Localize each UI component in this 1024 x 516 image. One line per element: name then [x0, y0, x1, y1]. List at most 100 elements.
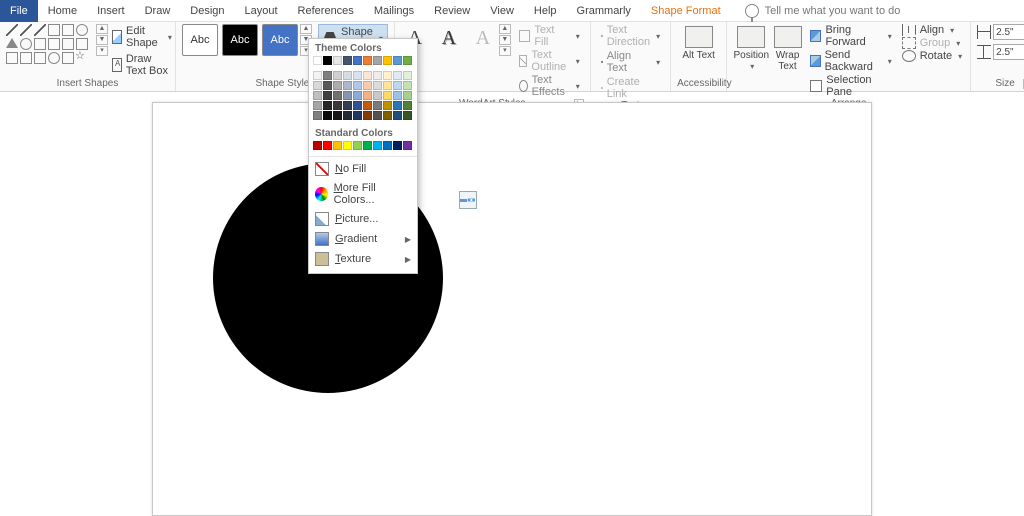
- color-swatch[interactable]: [363, 111, 372, 120]
- rotate-button[interactable]: Rotate▾: [900, 50, 964, 62]
- picture-fill-item[interactable]: Picture...: [309, 209, 417, 229]
- no-fill-item[interactable]: No Fill: [309, 159, 417, 179]
- color-swatch[interactable]: [403, 141, 412, 150]
- shape-style-gallery[interactable]: Abc Abc Abc: [182, 24, 298, 56]
- color-swatch[interactable]: [333, 71, 342, 80]
- color-swatch[interactable]: [343, 71, 352, 80]
- color-swatch[interactable]: [393, 56, 402, 65]
- color-swatch[interactable]: [313, 71, 322, 80]
- draw-text-box-button[interactable]: Draw Text Box: [108, 52, 176, 78]
- color-swatch[interactable]: [353, 141, 362, 150]
- style-sample-3[interactable]: Abc: [262, 24, 298, 56]
- color-swatch[interactable]: [393, 141, 402, 150]
- color-swatch[interactable]: [353, 81, 362, 90]
- send-backward-button[interactable]: Send Backward▾: [808, 49, 894, 73]
- gradient-fill-item[interactable]: Gradient ▶: [309, 229, 417, 249]
- color-swatch[interactable]: [333, 101, 342, 110]
- wrap-text-button[interactable]: Wrap Text: [769, 24, 805, 72]
- color-swatch[interactable]: [383, 81, 392, 90]
- color-swatch[interactable]: [403, 71, 412, 80]
- color-swatch[interactable]: [403, 101, 412, 110]
- color-swatch[interactable]: [403, 111, 412, 120]
- text-fill-button[interactable]: Text Fill▾: [515, 24, 584, 48]
- color-swatch[interactable]: [373, 141, 382, 150]
- style-sample-2[interactable]: Abc: [222, 24, 258, 56]
- color-swatch[interactable]: [313, 111, 322, 120]
- tab-home[interactable]: Home: [38, 0, 87, 22]
- tab-mailings[interactable]: Mailings: [364, 0, 424, 22]
- color-swatch[interactable]: [393, 81, 402, 90]
- align-text-button[interactable]: Align Text▾: [597, 50, 664, 74]
- color-swatch[interactable]: [313, 91, 322, 100]
- color-swatch[interactable]: [323, 91, 332, 100]
- more-fill-colors-item[interactable]: More Fill Colors...: [309, 179, 417, 209]
- color-swatch[interactable]: [323, 56, 332, 65]
- wordart-sample-3[interactable]: A: [469, 24, 497, 52]
- texture-fill-item[interactable]: Texture ▶: [309, 249, 417, 269]
- color-swatch[interactable]: [333, 111, 342, 120]
- color-swatch[interactable]: [363, 56, 372, 65]
- color-swatch[interactable]: [363, 81, 372, 90]
- color-swatch[interactable]: [333, 141, 342, 150]
- alt-text-button[interactable]: Alt Text: [677, 24, 720, 61]
- bring-forward-button[interactable]: Bring Forward▾: [808, 24, 894, 48]
- color-swatch[interactable]: [323, 81, 332, 90]
- color-swatch[interactable]: [343, 101, 352, 110]
- color-swatch[interactable]: [373, 81, 382, 90]
- document-page[interactable]: [152, 102, 872, 516]
- color-swatch[interactable]: [373, 101, 382, 110]
- color-swatch[interactable]: [343, 111, 352, 120]
- color-swatch[interactable]: [383, 111, 392, 120]
- color-swatch[interactable]: [353, 91, 362, 100]
- tab-shape-format[interactable]: Shape Format: [641, 0, 731, 22]
- tab-layout[interactable]: Layout: [235, 0, 288, 22]
- color-swatch[interactable]: [323, 141, 332, 150]
- color-swatch[interactable]: [403, 91, 412, 100]
- color-swatch[interactable]: [393, 91, 402, 100]
- tab-insert[interactable]: Insert: [87, 0, 135, 22]
- tab-review[interactable]: Review: [424, 0, 480, 22]
- color-swatch[interactable]: [333, 56, 342, 65]
- tab-help[interactable]: Help: [524, 0, 567, 22]
- tab-grammarly[interactable]: Grammarly: [567, 0, 641, 22]
- text-direction-button[interactable]: Text Direction▾: [597, 24, 664, 48]
- color-swatch[interactable]: [363, 141, 372, 150]
- color-swatch[interactable]: [373, 71, 382, 80]
- color-swatch[interactable]: [383, 101, 392, 110]
- tab-design[interactable]: Design: [180, 0, 234, 22]
- group-objects-button[interactable]: Group▾: [900, 37, 964, 49]
- color-swatch[interactable]: [373, 91, 382, 100]
- shapes-gallery[interactable]: [6, 24, 88, 64]
- color-swatch[interactable]: [383, 71, 392, 80]
- color-swatch[interactable]: [343, 56, 352, 65]
- tab-view[interactable]: View: [480, 0, 524, 22]
- color-swatch[interactable]: [313, 56, 322, 65]
- color-swatch[interactable]: [343, 81, 352, 90]
- tell-me-search[interactable]: Tell me what you want to do: [745, 4, 901, 18]
- color-swatch[interactable]: [343, 141, 352, 150]
- edit-shape-button[interactable]: Edit Shape ▾: [108, 24, 176, 50]
- color-swatch[interactable]: [373, 56, 382, 65]
- layout-options-handle[interactable]: [459, 191, 477, 209]
- wordart-more[interactable]: ▲▼▾: [499, 24, 511, 57]
- align-button[interactable]: Align▾: [900, 24, 964, 36]
- tab-file[interactable]: File: [0, 0, 38, 22]
- tab-draw[interactable]: Draw: [135, 0, 181, 22]
- text-outline-button[interactable]: Text Outline▾: [515, 49, 584, 73]
- shapes-gallery-more[interactable]: ▲▼▾: [96, 24, 108, 57]
- color-swatch[interactable]: [363, 101, 372, 110]
- color-swatch[interactable]: [323, 101, 332, 110]
- create-link-button[interactable]: Create Link: [597, 76, 664, 100]
- color-swatch[interactable]: [383, 91, 392, 100]
- color-swatch[interactable]: [333, 81, 342, 90]
- color-swatch[interactable]: [323, 111, 332, 120]
- color-swatch[interactable]: [403, 56, 412, 65]
- selection-pane-button[interactable]: Selection Pane: [808, 74, 894, 98]
- color-swatch[interactable]: [373, 111, 382, 120]
- color-swatch[interactable]: [313, 141, 322, 150]
- color-swatch[interactable]: [353, 56, 362, 65]
- color-swatch[interactable]: [363, 91, 372, 100]
- color-swatch[interactable]: [353, 71, 362, 80]
- shape-width-input[interactable]: 2.5"▲▼: [977, 44, 1024, 60]
- style-sample-1[interactable]: Abc: [182, 24, 218, 56]
